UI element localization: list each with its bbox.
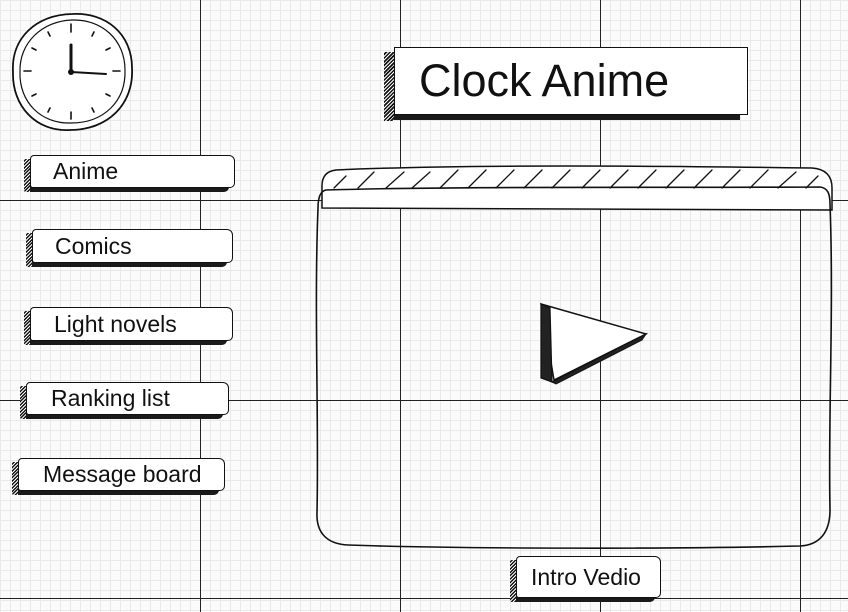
nav-anime-button[interactable]: Anime <box>24 155 235 192</box>
page-title: Clock Anime <box>384 47 748 121</box>
clock-icon <box>8 8 138 136</box>
nav-ranking-list-button[interactable]: Ranking list <box>20 382 229 419</box>
nav-light-novels-button[interactable]: Light novels <box>24 307 233 345</box>
nav-light-novels-label: Light novels <box>54 310 177 337</box>
nav-ranking-list-label: Ranking list <box>51 385 170 411</box>
nav-anime-label: Anime <box>53 158 119 184</box>
nav-comics-label: Comics <box>55 232 132 259</box>
nav-message-board-button[interactable]: Message board <box>12 458 225 495</box>
intro-video-label: Intro Vedio <box>531 563 641 590</box>
grid-line-vertical <box>200 0 201 612</box>
page-title-text: Clock Anime <box>419 55 670 106</box>
nav-comics-button[interactable]: Comics <box>26 229 233 267</box>
video-player[interactable] <box>312 160 834 552</box>
grid-line-horizontal <box>0 598 848 599</box>
nav-message-board-label: Message board <box>43 461 202 487</box>
intro-video-button[interactable]: Intro Vedio <box>510 556 661 602</box>
play-icon[interactable] <box>540 302 649 385</box>
